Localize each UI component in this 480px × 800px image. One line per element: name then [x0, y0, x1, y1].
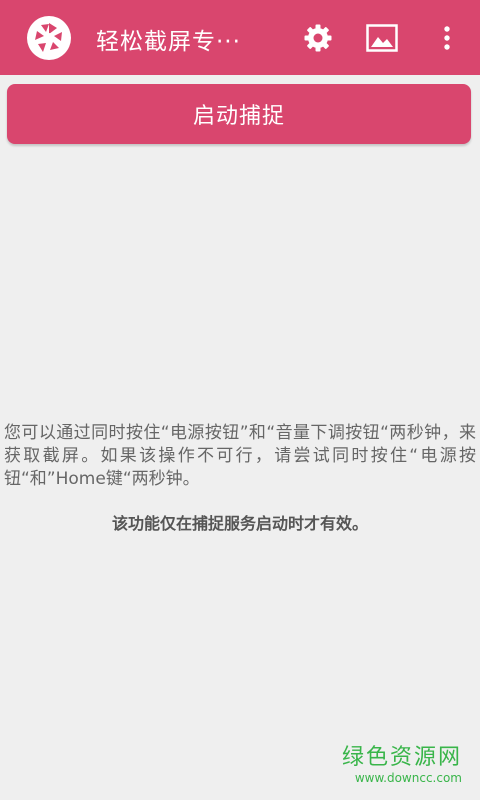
more-vertical-icon[interactable] — [438, 22, 456, 54]
gear-icon[interactable] — [302, 22, 334, 54]
watermark-url: www.downcc.com — [354, 771, 462, 785]
image-icon[interactable] — [366, 22, 398, 54]
camera-aperture-icon — [26, 15, 72, 61]
watermark: 绿色资源网 www.downcc.com — [342, 745, 462, 785]
instructions-text: 您可以通过同时按住“电源按钮”和“音量下调按钮“两秒钟，来获取截屏。如果该操作不… — [4, 423, 476, 489]
app-title: 轻松截屏专··· — [96, 29, 241, 55]
app-bar: 轻松截屏专··· — [0, 0, 480, 75]
watermark-title: 绿色资源网 — [341, 745, 462, 770]
start-capture-button[interactable]: 启动捕捉 — [7, 84, 471, 144]
service-note: 该功能仅在捕捉服务启动时才有效。 — [111, 514, 368, 533]
